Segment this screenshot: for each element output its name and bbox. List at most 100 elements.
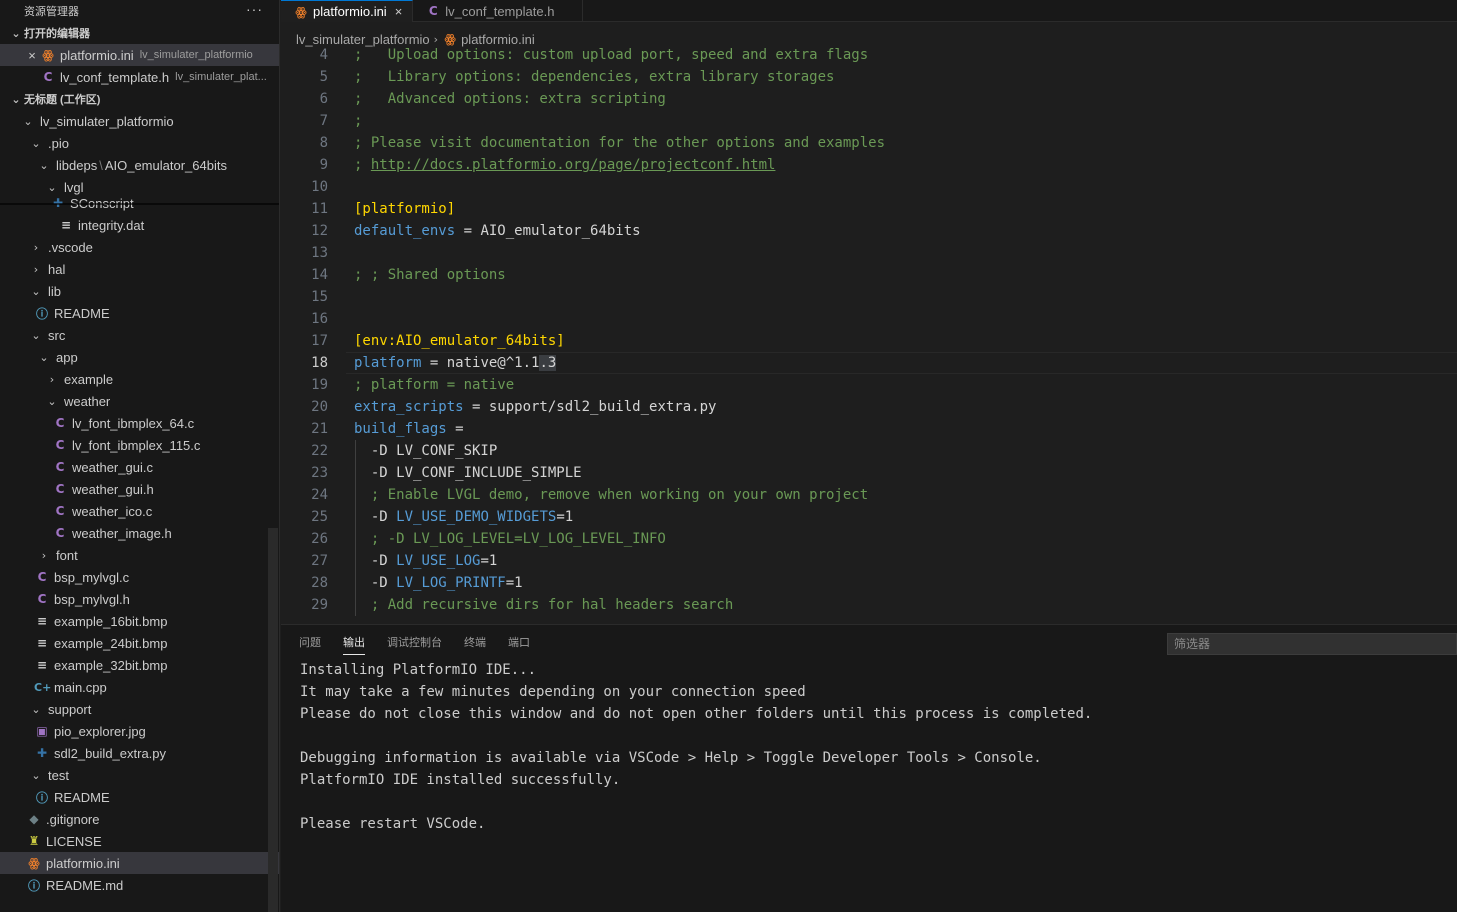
tree-label: lv_font_ibmplex_115.c bbox=[72, 437, 201, 453]
tree-file-h[interactable]: Cweather_gui.h bbox=[0, 478, 279, 500]
code-line[interactable]: ; platform = native bbox=[354, 374, 514, 396]
tree-folder-src[interactable]: ⌄ src bbox=[0, 324, 279, 346]
tree-label: pio_explorer.jpg bbox=[54, 723, 146, 739]
panel-tab[interactable]: 终端 bbox=[464, 635, 486, 655]
line-number: 23 bbox=[311, 465, 328, 481]
open-editor-item[interactable]: C lv_conf_template.h lv_simulater_plat..… bbox=[0, 66, 279, 88]
code-line[interactable]: ; ; Shared options bbox=[354, 264, 506, 286]
tree-label: .pio bbox=[48, 135, 69, 151]
code-line[interactable]: ; bbox=[354, 110, 362, 132]
tree-file-c[interactable]: Cbsp_mylvgl.c bbox=[0, 566, 279, 588]
tree-folder-libdeps[interactable]: ⌄ libdeps \ AIO_emulator_64bits bbox=[0, 154, 279, 176]
line-number: 29 bbox=[311, 597, 328, 613]
open-editors-header[interactable]: ⌄ 打开的编辑器 bbox=[0, 22, 279, 44]
tree-file-readme-md[interactable]: ⓘ README.md bbox=[0, 874, 279, 896]
license-file-icon: ♜ bbox=[28, 834, 40, 848]
tree-file-c[interactable]: Cweather_ico.c bbox=[0, 500, 279, 522]
tree-file-bmp[interactable]: ≡ example_16bit.bmp bbox=[0, 610, 279, 632]
code-line[interactable]: ; Please visit documentation for the oth… bbox=[354, 132, 885, 154]
tree-file-h[interactable]: Cweather_image.h bbox=[0, 522, 279, 544]
open-editor-item[interactable]: × ꙮ platformio.ini lv_simulater_platform… bbox=[0, 44, 279, 66]
code-line[interactable]: -D LV_CONF_INCLUDE_SIMPLE bbox=[354, 462, 582, 484]
tree-folder-vscode[interactable]: › .vscode bbox=[0, 236, 279, 258]
path-separator: \ bbox=[99, 157, 103, 173]
tree-label: example bbox=[64, 371, 114, 387]
code-line[interactable]: -D LV_LOG_PRINTF=1 bbox=[354, 572, 523, 594]
panel-tab[interactable]: 输出 bbox=[343, 635, 365, 655]
tree-folder-hal[interactable]: › hal bbox=[0, 258, 279, 280]
tree-file-h[interactable]: Cbsp_mylvgl.h bbox=[0, 588, 279, 610]
tree-folder-test[interactable]: ⌄ test bbox=[0, 764, 279, 786]
code-line[interactable]: ; Enable LVGL demo, remove when working … bbox=[354, 484, 868, 506]
panel-tab[interactable]: 调试控制台 bbox=[387, 635, 442, 655]
tree-file-c[interactable]: Clv_font_ibmplex_64.c bbox=[0, 412, 279, 434]
tree-file-py[interactable]: ✚ sdl2_build_extra.py bbox=[0, 742, 279, 764]
tree-file-license[interactable]: ♜ LICENSE bbox=[0, 830, 279, 852]
tree-file-c[interactable]: Cweather_gui.c bbox=[0, 456, 279, 478]
tree-file-integrity-dat[interactable]: ≡ integrity.dat bbox=[0, 214, 279, 236]
tree-folder-lv-simulater-platformio[interactable]: ⌄ lv_simulater_platformio bbox=[0, 110, 279, 132]
tree-folder-font[interactable]: › font bbox=[0, 544, 279, 566]
tree-label: sdl2_build_extra.py bbox=[54, 745, 167, 761]
code-line[interactable]: ; Advanced options: extra scripting bbox=[354, 88, 666, 110]
tree-folder-app[interactable]: ⌄ app bbox=[0, 346, 279, 368]
output-filter-input[interactable]: 筛选器 bbox=[1167, 633, 1457, 655]
tab-platformio-ini[interactable]: ꙮ platformio.ini × bbox=[281, 0, 414, 22]
line-number: 22 bbox=[311, 443, 328, 459]
code-line[interactable]: -D LV_USE_LOG=1 bbox=[354, 550, 497, 572]
code-line[interactable]: ; Add recursive dirs for hal headers sea… bbox=[354, 594, 733, 616]
code-line[interactable]: ; Upload options: custom upload port, sp… bbox=[354, 44, 868, 66]
tab-label: lv_conf_template.h bbox=[445, 3, 555, 19]
code-line[interactable]: ; http://docs.platformio.org/page/projec… bbox=[354, 154, 775, 176]
tree-file-platformio-ini[interactable]: ꙮ platformio.ini bbox=[0, 852, 279, 874]
tree-label: lv_font_ibmplex_64.c bbox=[72, 415, 195, 431]
tree-file-bmp[interactable]: ≡ example_32bit.bmp bbox=[0, 654, 279, 676]
c-file-icon: C bbox=[55, 416, 65, 430]
tree-label: support bbox=[48, 701, 92, 717]
code-line[interactable]: ; Library options: dependencies, extra l… bbox=[354, 66, 834, 88]
code-line[interactable]: build_flags = bbox=[354, 418, 464, 440]
c-file-icon: C bbox=[43, 70, 53, 84]
tree-label: weather_ico.c bbox=[72, 503, 153, 519]
tree-label: hal bbox=[48, 261, 66, 277]
code-line[interactable]: extra_scripts = support/sdl2_build_extra… bbox=[354, 396, 716, 418]
chevron-down-icon: ⌄ bbox=[11, 92, 21, 106]
tree-label: example_16bit.bmp bbox=[54, 613, 168, 629]
tree-folder-pio[interactable]: ⌄ .pio bbox=[0, 132, 279, 154]
more-actions-icon[interactable]: ··· bbox=[246, 1, 263, 17]
tree-folder-example[interactable]: › example bbox=[0, 368, 279, 390]
code-line[interactable]: [platformio] bbox=[354, 198, 455, 220]
tree-file-jpg[interactable]: ▣ pio_explorer.jpg bbox=[0, 720, 279, 742]
workspace-header[interactable]: ⌄ 无标题 (工作区) bbox=[0, 88, 279, 110]
code-line[interactable]: [env:AIO_emulator_64bits] bbox=[354, 330, 565, 352]
output-line: Please do not close this window and do n… bbox=[300, 706, 1093, 722]
code-editor[interactable]: 4 ; Upload options: custom upload port, s… bbox=[281, 44, 1457, 624]
tab-lv-conf-template-h[interactable]: C lv_conf_template.h bbox=[413, 0, 584, 22]
code-line[interactable]: default_envs = AIO_emulator_64bits bbox=[354, 220, 641, 242]
tree-file-readme[interactable]: ⓘ README bbox=[0, 302, 279, 324]
panel-tab[interactable]: 问题 bbox=[299, 635, 321, 655]
code-line[interactable]: -D LV_CONF_SKIP bbox=[354, 440, 497, 462]
line-number: 14 bbox=[311, 267, 328, 283]
bottom-panel: 问题 输出 调试控制台 终端 端口 筛选器 Installing PlatformIO … bbox=[281, 624, 1457, 912]
git-file-icon: ◆ bbox=[29, 812, 39, 826]
code-line[interactable]: ; -D LV_LOG_LEVEL=LV_LOG_LEVEL_INFO bbox=[354, 528, 666, 550]
tree-file-bmp[interactable]: ≡ example_24bit.bmp bbox=[0, 632, 279, 654]
tree-folder-lib[interactable]: ⌄ lib bbox=[0, 280, 279, 302]
tree-file-readme[interactable]: ⓘ README bbox=[0, 786, 279, 808]
tree-folder-support[interactable]: ⌄ support bbox=[0, 698, 279, 720]
chevron-right-icon: › bbox=[33, 262, 39, 276]
tree-folder-weather[interactable]: ⌄ weather bbox=[0, 390, 279, 412]
close-icon[interactable]: × bbox=[395, 4, 403, 19]
code-line[interactable]: platform = native@^1.1.3 bbox=[354, 352, 557, 374]
tree-label: integrity.dat bbox=[78, 217, 145, 233]
close-icon[interactable]: × bbox=[24, 48, 40, 63]
tree-file-cpp[interactable]: C+ main.cpp bbox=[0, 676, 279, 698]
workspace-label: 无标题 (工作区) bbox=[24, 94, 101, 106]
code-line[interactable]: -D LV_USE_DEMO_WIDGETS=1 bbox=[354, 506, 573, 528]
panel-tab[interactable]: 端口 bbox=[508, 635, 530, 655]
tree-file-c[interactable]: Clv_font_ibmplex_115.c bbox=[0, 434, 279, 456]
tree-file-gitignore[interactable]: ◆ .gitignore bbox=[0, 808, 279, 830]
sidebar-scrollbar[interactable] bbox=[268, 528, 278, 912]
tree-label: lib bbox=[48, 283, 62, 299]
